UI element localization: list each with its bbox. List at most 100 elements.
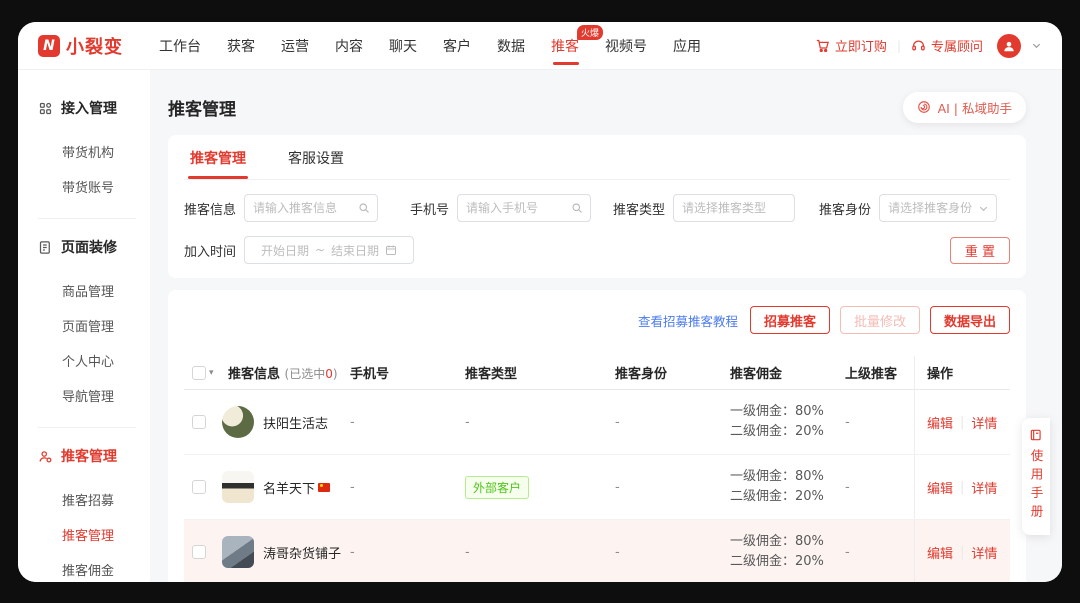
advisor-label: 专属顾问 — [931, 36, 983, 55]
filter-type-label: 推客类型 — [613, 199, 665, 218]
filter-card: 推客管理 客服设置 推客信息 手机号 — [168, 135, 1026, 278]
edit-link[interactable]: 编辑 — [927, 478, 953, 497]
commission-value: 一级佣金：80% 二级佣金：20% — [724, 532, 839, 572]
commission-value: 一级佣金：80% 二级佣金：20% — [724, 402, 839, 442]
sidebar-section-access[interactable]: 接入管理 — [38, 98, 150, 118]
nav-item-customers[interactable]: 客户 — [443, 23, 471, 69]
tuike-name: 扶阳生活志 — [263, 413, 328, 432]
top-nav-items: 工作台 获客 运营 内容 聊天 客户 数据 推客 火爆 视频号 应用 — [159, 23, 701, 69]
avatar — [222, 406, 254, 438]
table-row: 涛哥杂货铺子 - - - 一级佣金：80% 二级佣金：20% - 编辑 | 详情 — [184, 520, 1010, 582]
date-separator: ~ — [315, 243, 325, 257]
upline-value: - — [839, 545, 914, 560]
manual-book-icon — [1029, 428, 1043, 442]
tuike-type-input[interactable] — [674, 195, 794, 221]
edit-link[interactable]: 编辑 — [927, 413, 953, 432]
table-header: ▾ 推客信息 (已选中0) 手机号 推客类型 推客身份 推客佣金 上级推客 操作 — [184, 356, 1010, 390]
date-end-placeholder: 结束日期 — [331, 242, 379, 259]
commission-l1: 一级佣金：80% — [730, 402, 839, 422]
sidebar-item-nav-mgmt[interactable]: 导航管理 — [62, 378, 150, 413]
hot-badge: 火爆 — [577, 25, 603, 40]
search-icon — [571, 202, 583, 214]
commission-l2: 二级佣金：20% — [730, 552, 839, 572]
detail-link[interactable]: 详情 — [971, 413, 997, 432]
select-dropdown-caret[interactable]: ▾ — [209, 368, 214, 378]
reset-button[interactable]: 重 置 — [950, 237, 1010, 264]
nav-item-apps[interactable]: 应用 — [673, 23, 701, 69]
sidebar-section-decoration-label: 页面装修 — [61, 237, 117, 257]
recruit-tutorial-link[interactable]: 查看招募推客教程 — [638, 311, 738, 330]
external-customer-badge: 外部客户 — [465, 476, 529, 499]
nav-item-workbench[interactable]: 工作台 — [159, 23, 201, 69]
sidebar-item-product-mgmt[interactable]: 商品管理 — [62, 273, 150, 308]
user-manual-tab[interactable]: 使用手册 — [1022, 418, 1050, 535]
op-separator: | — [960, 545, 964, 560]
batch-edit-button[interactable]: 批量修改 — [840, 306, 920, 334]
recruit-tuike-button[interactable]: 招募推客 — [750, 306, 830, 334]
brand-name: 小裂变 — [66, 33, 123, 59]
row-checkbox[interactable] — [192, 545, 206, 559]
nav-item-data[interactable]: 数据 — [497, 23, 525, 69]
filter-identity-label: 推客身份 — [819, 199, 871, 218]
nav-item-acquire[interactable]: 获客 — [227, 23, 255, 69]
cart-icon — [815, 38, 830, 53]
tab-tuike-mgmt[interactable]: 推客管理 — [188, 135, 248, 179]
date-range-picker[interactable]: 开始日期 ~ 结束日期 — [244, 236, 414, 264]
type-value: - — [459, 545, 609, 560]
table-row: 扶阳生活志 - - - 一级佣金：80% 二级佣金：20% - 编辑 | 详情 — [184, 390, 1010, 455]
date-start-placeholder: 开始日期 — [261, 242, 309, 259]
headset-icon — [911, 38, 926, 53]
edit-link[interactable]: 编辑 — [927, 543, 953, 562]
sidebar-section-decoration[interactable]: 页面装修 — [38, 237, 150, 257]
upline-value: - — [839, 480, 914, 495]
sidebar-item-personal-center[interactable]: 个人中心 — [62, 343, 150, 378]
ai-assistant-button[interactable]: AI | 私域助手 — [903, 92, 1026, 123]
order-now-label: 立即订购 — [835, 36, 887, 55]
nav-item-content[interactable]: 内容 — [335, 23, 363, 69]
nav-item-chat[interactable]: 聊天 — [389, 23, 417, 69]
detail-link[interactable]: 详情 — [971, 478, 997, 497]
cn-flag-icon — [318, 483, 330, 492]
calendar-icon — [385, 244, 397, 256]
sidebar-item-daihuo-jigou[interactable]: 带货机构 — [62, 134, 150, 169]
col-header-upline: 上级推客 — [839, 363, 914, 382]
nav-item-tuike[interactable]: 推客 火爆 — [551, 23, 579, 69]
op-separator: | — [960, 480, 964, 495]
commission-l1: 一级佣金：80% — [730, 467, 839, 487]
sidebar-section-access-label: 接入管理 — [61, 98, 117, 118]
row-checkbox[interactable] — [192, 480, 206, 494]
top-navbar: N 小裂变 工作台 获客 运营 内容 聊天 客户 数据 推客 火爆 视频号 应用 — [18, 22, 1062, 70]
col-header-info: 推客信息 — [228, 367, 280, 382]
manual-label: 使用手册 — [1027, 449, 1046, 523]
tab-service-settings[interactable]: 客服设置 — [286, 135, 346, 179]
order-now-link[interactable]: 立即订购 — [815, 36, 887, 55]
col-header-type: 推客类型 — [459, 363, 609, 382]
tuike-table: ▾ 推客信息 (已选中0) 手机号 推客类型 推客身份 推客佣金 上级推客 操作 — [184, 356, 1010, 582]
brand-logo[interactable]: N 小裂变 — [38, 33, 123, 59]
chevron-down-icon[interactable] — [1031, 40, 1042, 51]
row-checkbox[interactable] — [192, 415, 206, 429]
detail-link[interactable]: 详情 — [971, 543, 997, 562]
sidebar-item-tuike-mgmt[interactable]: 推客管理 — [62, 517, 150, 552]
app-window: N 小裂变 工作台 获客 运营 内容 聊天 客户 数据 推客 火爆 视频号 应用 — [18, 22, 1062, 582]
commission-l1: 一级佣金：80% — [730, 532, 839, 552]
advisor-link[interactable]: 专属顾问 — [911, 36, 983, 55]
grid-icon — [38, 101, 53, 116]
sidebar-item-daihuo-zhanghao[interactable]: 带货账号 — [62, 169, 150, 204]
sidebar-divider — [38, 218, 136, 219]
sidebar-section-tuike-mgmt[interactable]: 推客管理 — [38, 446, 150, 466]
commission-l2: 二级佣金：20% — [730, 487, 839, 507]
user-gear-icon — [38, 449, 53, 464]
nav-item-video[interactable]: 视频号 — [605, 23, 647, 69]
nav-item-operations[interactable]: 运营 — [281, 23, 309, 69]
select-all-checkbox[interactable] — [192, 366, 206, 380]
sidebar-item-tuike-recruit[interactable]: 推客招募 — [62, 482, 150, 517]
sidebar-item-page-mgmt[interactable]: 页面管理 — [62, 308, 150, 343]
data-export-button[interactable]: 数据导出 — [930, 306, 1010, 334]
user-avatar[interactable] — [997, 34, 1021, 58]
selected-suffix: ) — [333, 367, 338, 381]
sidebar-item-tuike-commission[interactable]: 推客佣金 — [62, 552, 150, 582]
tuike-name: 涛哥杂货铺子 — [263, 543, 341, 562]
filter-info-label: 推客信息 — [184, 199, 236, 218]
col-header-identity: 推客身份 — [609, 363, 724, 382]
